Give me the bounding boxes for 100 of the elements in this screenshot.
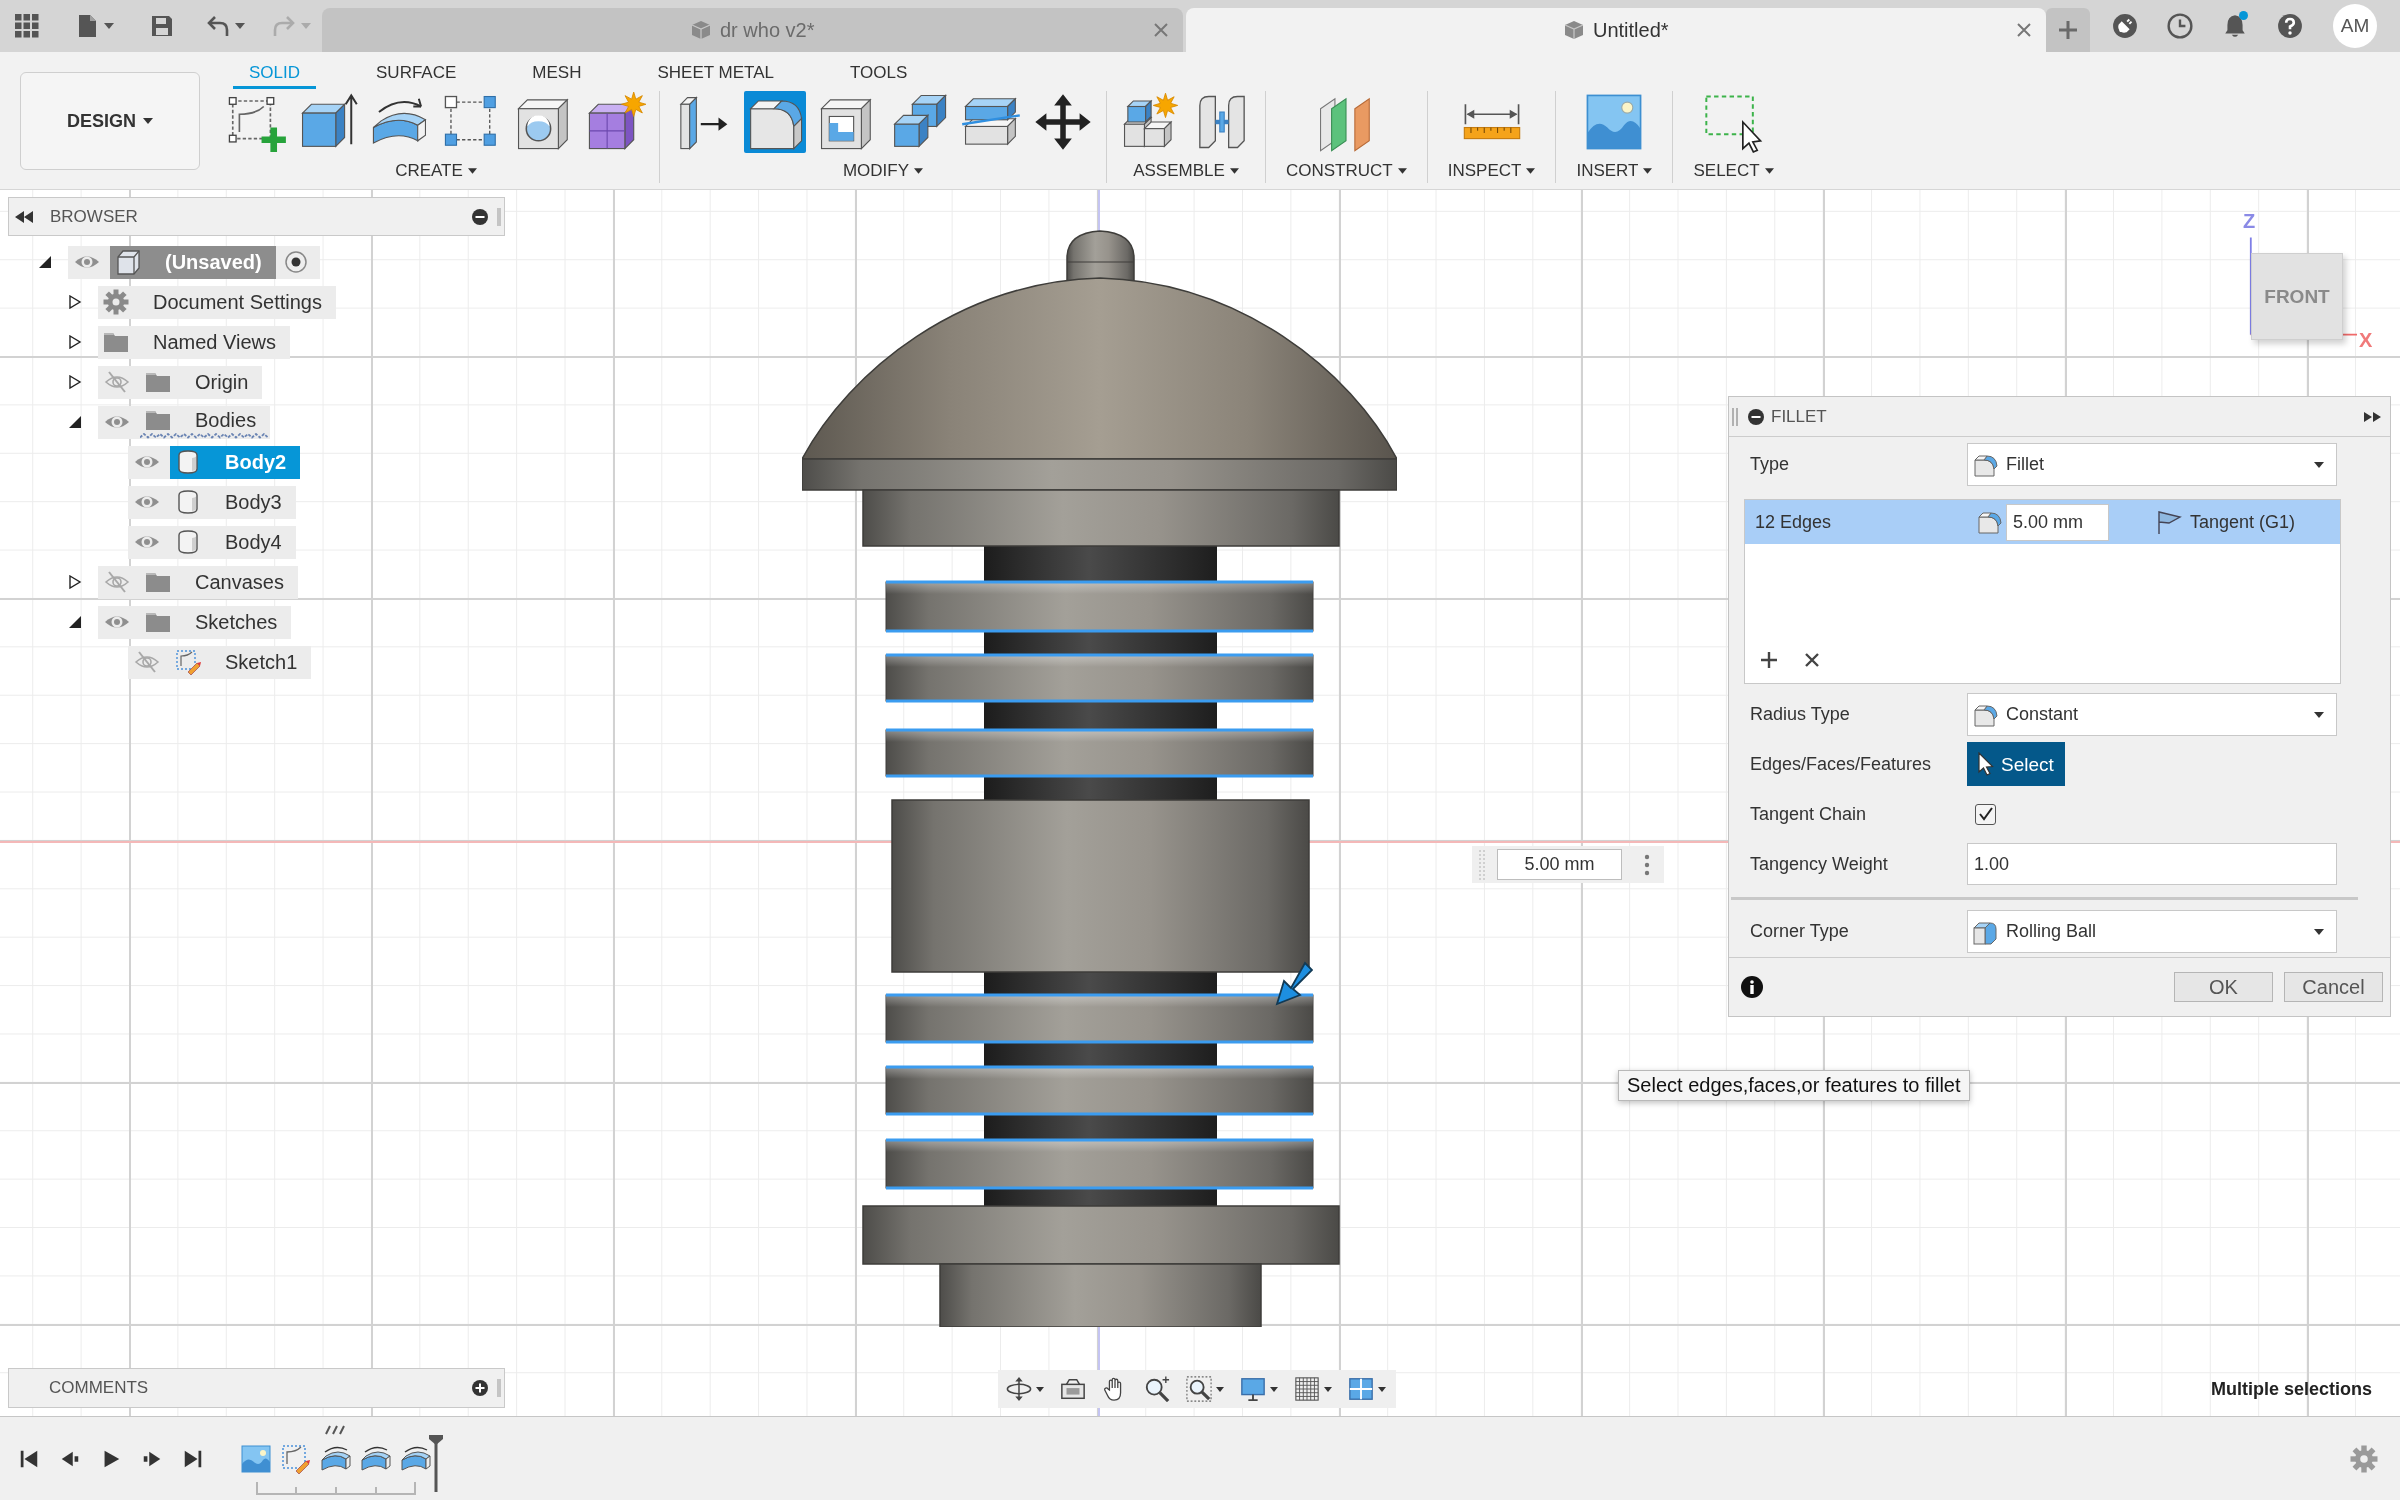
group-menu-button[interactable]: CREATE — [387, 159, 485, 183]
cylinder-icon — [175, 529, 201, 555]
caret-icon[interactable] — [1216, 1386, 1224, 1392]
edge-set-row[interactable]: 12 Edges 5.00 mm Tangent (G1) — [1745, 500, 2340, 544]
rounded-block-icon[interactable] — [744, 91, 806, 153]
group-menu-button[interactable]: SELECT — [1685, 159, 1782, 183]
magnifier-dashed-icon[interactable] — [1186, 1376, 1212, 1402]
tree-item[interactable]: Document Settings — [98, 285, 336, 319]
ribbon-tab[interactable]: SHEET METAL — [641, 52, 790, 89]
grip-icon[interactable] — [1732, 407, 1738, 426]
ribbon-tab[interactable]: SURFACE — [360, 52, 473, 89]
corner-type-dropdown[interactable]: Rolling Ball — [1967, 910, 2337, 953]
field-label: Tangent Chain — [1750, 803, 1868, 825]
plug-icon[interactable] — [2111, 13, 2138, 39]
grip-icon[interactable] — [1479, 849, 1485, 880]
field-label: Radius Type — [1750, 704, 1851, 725]
arrow-icon[interactable] — [1275, 961, 1313, 1006]
caret-icon[interactable] — [143, 118, 153, 124]
minus-circle-icon[interactable] — [472, 208, 488, 225]
grip-icon[interactable] — [497, 207, 501, 226]
checkmark-icon — [1978, 807, 1993, 821]
undo-icon[interactable] — [205, 14, 230, 38]
vertical-dots-icon[interactable] — [1644, 853, 1650, 876]
picture-icon[interactable] — [241, 1443, 271, 1474]
collapsed-triangle-icon[interactable] — [68, 335, 82, 349]
grid-icon[interactable] — [1294, 1376, 1320, 1402]
cross-icon[interactable] — [1804, 652, 1820, 668]
caret-icon[interactable] — [914, 168, 924, 174]
close-icon[interactable] — [2016, 22, 2032, 38]
select-button[interactable]: Select — [1967, 742, 2065, 786]
sketch-pencil-icon[interactable] — [281, 1443, 311, 1474]
caret-icon[interactable] — [1036, 1386, 1044, 1392]
plus-circle-icon[interactable] — [472, 1380, 488, 1396]
grip-icon[interactable] — [497, 1379, 501, 1397]
radius-input[interactable]: 5.00 mm — [2006, 503, 2109, 541]
workspace-button[interactable]: DESIGN — [20, 72, 200, 170]
radius-type-dropdown[interactable]: Constant — [1967, 693, 2337, 736]
double-arrow-icon[interactable] — [14, 210, 34, 223]
squares-grid-icon[interactable] — [15, 14, 39, 38]
group-menu-button[interactable]: INSERT — [1568, 159, 1661, 183]
tooltip: Select edges,faces,or features to fillet — [1618, 1070, 1970, 1101]
field-label: Type — [1750, 454, 1791, 475]
caret-icon[interactable] — [1229, 168, 1239, 174]
ribbon-tab[interactable]: MESH — [516, 52, 598, 89]
avatar-button[interactable]: AM — [2333, 4, 2377, 48]
field-label: Edges/Faces/Features — [1750, 753, 1933, 775]
type-dropdown[interactable]: Fillet — [1967, 443, 2337, 486]
info-icon[interactable] — [1741, 976, 1763, 998]
clock-icon[interactable] — [2166, 13, 2193, 39]
document-tab[interactable]: Untitled* — [1185, 8, 2046, 52]
cube-star-icon[interactable] — [585, 91, 647, 153]
close-icon[interactable] — [1152, 22, 1169, 38]
collapsed-triangle-icon[interactable] — [68, 295, 82, 309]
expanded-triangle-icon[interactable] — [38, 255, 52, 269]
caret-icon[interactable] — [1270, 1386, 1278, 1392]
gear-icon — [103, 289, 129, 315]
minus-circle-icon[interactable] — [1748, 408, 1764, 425]
tangency-weight-input[interactable]: 1.00 — [1967, 843, 2337, 885]
magnifier-icon[interactable] — [1144, 1376, 1170, 1402]
group-menu-button[interactable]: MODIFY — [834, 159, 932, 183]
collapsed-triangle-icon[interactable] — [68, 575, 82, 589]
caret-icon[interactable] — [2314, 928, 2324, 935]
caret-icon[interactable] — [467, 168, 477, 174]
new-tab-button[interactable] — [2046, 8, 2090, 52]
checkbox[interactable] — [1975, 803, 1996, 825]
caret-icon[interactable] — [2314, 711, 2324, 718]
dialog-button[interactable]: Cancel — [2284, 972, 2383, 1002]
edge-set-label: 12 Edges — [1755, 511, 1833, 533]
dimension-input[interactable]: 5.00 mm — [1497, 849, 1622, 880]
continuity-label[interactable]: Tangent (G1) — [2190, 511, 2296, 533]
expanded-triangle-icon[interactable] — [68, 415, 82, 429]
tree-item[interactable]: Named Views — [98, 325, 291, 359]
radio-icon[interactable] — [284, 251, 307, 273]
cylinder-icon — [175, 489, 201, 515]
expanded-triangle-icon[interactable] — [68, 615, 82, 629]
caret-icon[interactable] — [1324, 1386, 1332, 1392]
timeline-marker-icon[interactable] — [428, 1434, 444, 1492]
caret-icon[interactable] — [1764, 168, 1774, 174]
orbit-icon[interactable] — [1006, 1376, 1032, 1402]
group-menu-button[interactable]: INSPECT — [1439, 159, 1544, 183]
monitor-icon[interactable] — [1240, 1376, 1266, 1402]
caret-icon[interactable] — [1378, 1386, 1386, 1392]
caret-icon[interactable] — [1643, 168, 1653, 174]
ribbon-tab[interactable]: TOOLS — [833, 52, 924, 89]
caret-icon[interactable] — [1526, 168, 1536, 174]
collapsed-triangle-icon[interactable] — [68, 375, 82, 389]
dialog-button[interactable]: OK — [2174, 972, 2273, 1002]
plus-icon[interactable] — [1761, 652, 1777, 668]
group-menu-button[interactable]: CONSTRUCT — [1278, 159, 1415, 183]
panel-title: FILLET — [1771, 406, 1828, 427]
caret-icon[interactable] — [1397, 168, 1407, 174]
help-icon[interactable] — [2276, 13, 2303, 39]
double-arrow-icon[interactable] — [2364, 411, 2382, 422]
field-label: Corner Type — [1750, 921, 1850, 942]
split-window-icon[interactable] — [1348, 1376, 1374, 1402]
group-menu-button[interactable]: ASSEMBLE — [1125, 159, 1247, 183]
cube-icon — [115, 249, 141, 275]
cylinder-icon — [175, 449, 201, 475]
screen-icon[interactable] — [1060, 1376, 1086, 1402]
caret-icon[interactable] — [2314, 461, 2324, 468]
